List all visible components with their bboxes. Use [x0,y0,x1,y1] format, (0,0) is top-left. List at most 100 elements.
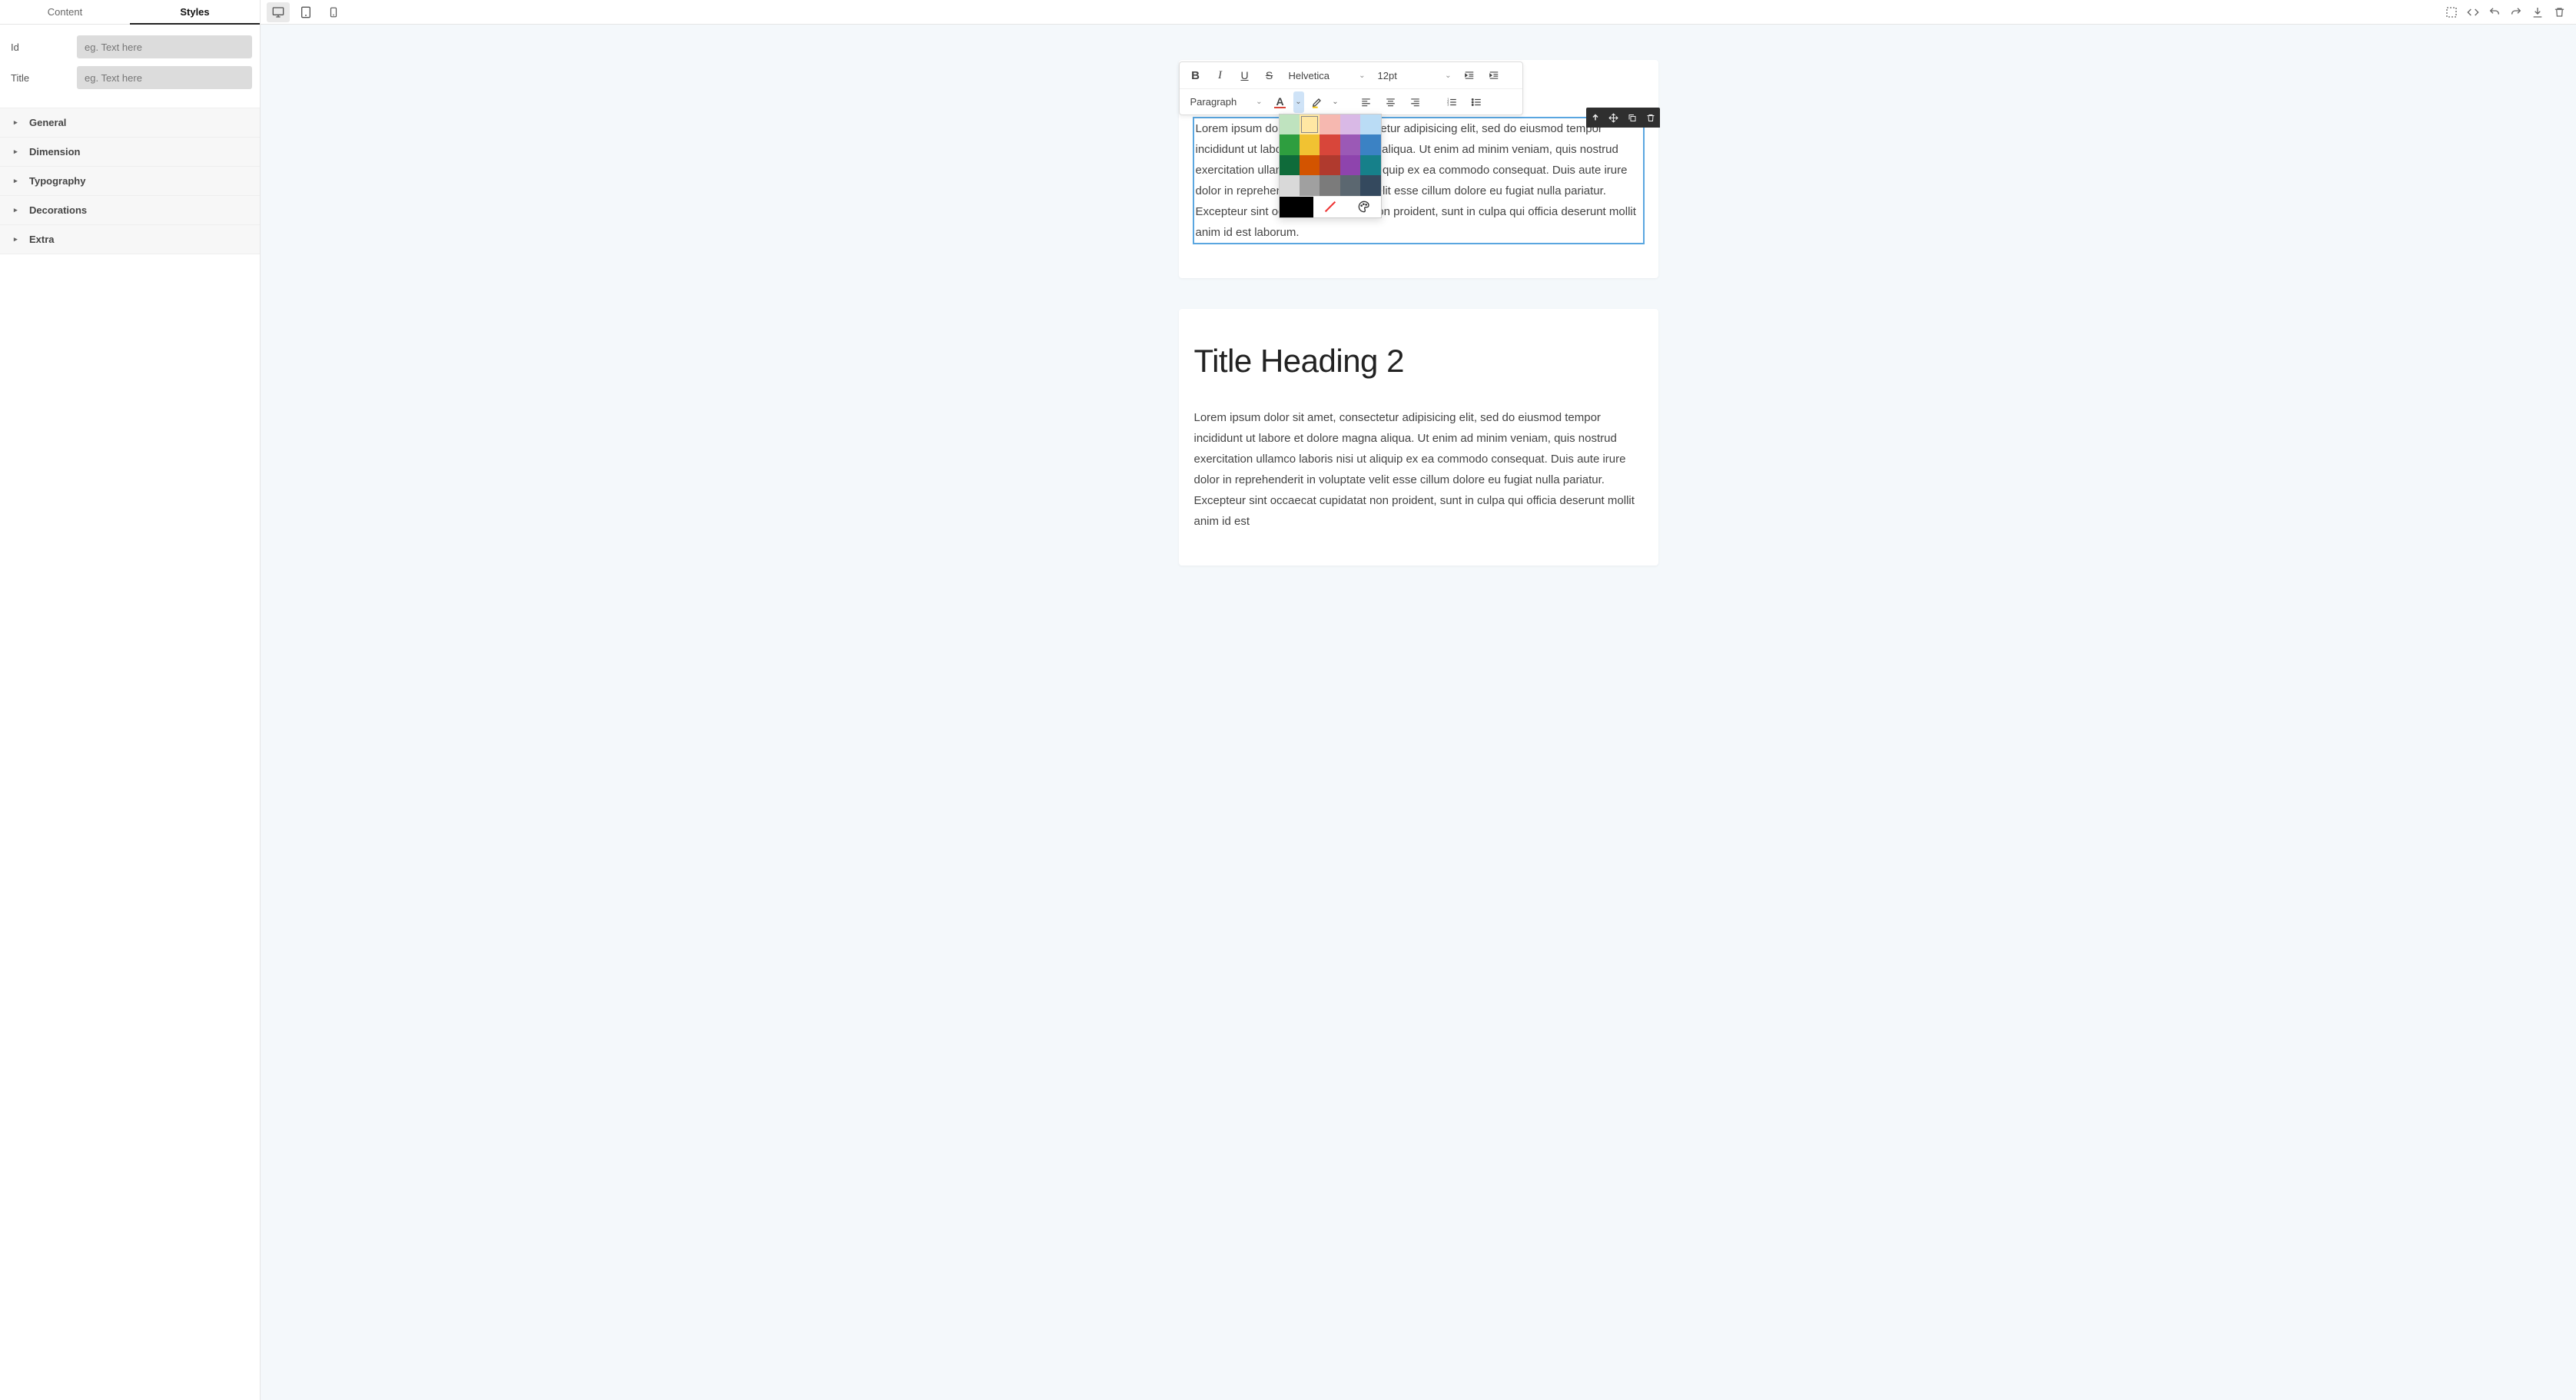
color-swatch[interactable] [1300,134,1320,154]
device-tablet-button[interactable] [294,2,317,22]
ordered-list-icon: 123 [1446,97,1458,108]
color-swatch[interactable] [1280,175,1300,195]
redo-icon [2510,6,2522,18]
card-title[interactable]: Title Heading 2 [1194,343,1643,380]
color-swatch[interactable] [1320,155,1339,175]
color-swatch[interactable] [1320,134,1339,154]
accordion-label: Dimension [29,146,80,158]
strike-button[interactable]: S [1258,65,1281,86]
copy-button[interactable] [1623,108,1642,128]
unordered-list-button[interactable] [1466,91,1489,113]
swatch-grid [1280,114,1381,196]
color-swatch[interactable] [1340,155,1360,175]
indent-button[interactable] [1482,65,1505,86]
redo-button[interactable] [2505,2,2527,22]
align-right-button[interactable] [1404,91,1427,113]
block-select-wrap[interactable]: Paragraph ⌄ [1184,91,1267,113]
tab-styles[interactable]: Styles [130,0,260,25]
select-parent-button[interactable] [1586,108,1605,128]
card-body[interactable]: Lorem ipsum dolor sit amet, consectetur … [1196,118,1642,243]
accordion-dimension[interactable]: ▸Dimension [0,138,260,167]
delete-element-button[interactable] [1642,108,1660,128]
device-desktop-button[interactable] [267,2,290,22]
color-swatch[interactable] [1360,134,1380,154]
color-swatch[interactable] [1360,175,1380,195]
font-select-wrap[interactable]: Helvetica ⌄ [1283,65,1370,86]
accordion-general[interactable]: ▸General [0,108,260,138]
underline-button[interactable]: U [1233,65,1256,86]
style-settings: Id Title [0,25,260,108]
color-swatch[interactable] [1280,134,1300,154]
align-center-button[interactable] [1379,91,1403,113]
canvas[interactable]: B I U S Helvetica ⌄ 12pt ⌄ [261,25,2576,1400]
color-swatch[interactable] [1300,114,1320,134]
custom-color-button[interactable] [1347,197,1381,217]
desktop-icon [271,6,285,18]
color-swatch[interactable] [1280,155,1300,175]
color-palette-popover [1279,114,1382,218]
color-swatch[interactable] [1300,175,1320,195]
main: B I U S Helvetica ⌄ 12pt ⌄ [261,0,2576,1400]
text-color-icon: A [1274,96,1285,108]
trash-icon [2554,6,2565,18]
accordion-label: Extra [29,234,55,245]
mobile-icon [328,6,339,18]
color-swatch[interactable] [1360,155,1380,175]
color-swatch[interactable] [1340,114,1360,134]
outline-button[interactable] [2441,2,2462,22]
card-block[interactable]: Title Heading 2 Lorem ipsum dolor sit am… [1179,309,1658,566]
color-swatch[interactable] [1340,175,1360,195]
color-swatch[interactable] [1360,114,1380,134]
bg-color-button[interactable] [1306,91,1329,113]
undo-icon [2488,6,2501,18]
text-color-button[interactable]: A [1269,91,1292,113]
undo-button[interactable] [2484,2,2505,22]
palette-icon [1358,201,1370,213]
fontsize-select[interactable]: 12pt [1372,65,1413,86]
id-input[interactable] [77,35,252,58]
accordion-extra[interactable]: ▸Extra [0,225,260,254]
move-button[interactable] [1605,108,1623,128]
unordered-list-icon [1471,97,1482,108]
title-label: Title [8,72,69,84]
fontsize-select-wrap[interactable]: 12pt ⌄ [1372,65,1456,86]
color-swatch[interactable] [1320,175,1339,195]
id-label: Id [8,41,69,53]
code-icon [2467,6,2479,18]
color-swatch[interactable] [1280,114,1300,134]
font-select[interactable]: Helvetica [1283,65,1346,86]
outdent-button[interactable] [1458,65,1481,86]
title-input[interactable] [77,66,252,89]
device-group [267,2,345,22]
align-left-icon [1360,97,1372,108]
italic-button[interactable]: I [1209,65,1232,86]
text-block-selected[interactable]: Lorem ipsum dolor sit amet, consectetur … [1193,117,1645,244]
bg-color-dropdown[interactable]: ⌄ [1330,91,1341,113]
sidebar-tabs: Content Styles [0,0,260,25]
highlight-icon [1310,96,1324,108]
element-action-bar [1586,108,1660,128]
color-swatch[interactable] [1340,134,1360,154]
swatch-black[interactable] [1280,197,1313,217]
remove-color-button[interactable] [1313,197,1347,217]
delete-button[interactable] [2548,2,2570,22]
device-mobile-button[interactable] [322,2,345,22]
ordered-list-button[interactable]: 123 [1441,91,1464,113]
align-left-button[interactable] [1355,91,1378,113]
accordion-decorations[interactable]: ▸Decorations [0,196,260,225]
bold-button[interactable]: B [1184,65,1207,86]
import-button[interactable] [2527,2,2548,22]
card-body[interactable]: Lorem ipsum dolor sit amet, consectetur … [1194,407,1643,532]
code-button[interactable] [2462,2,2484,22]
text-color-dropdown[interactable]: ⌄ [1293,91,1304,113]
accordion-list: ▸General ▸Dimension ▸Typography ▸Decorat… [0,108,260,254]
block-select[interactable]: Paragraph [1184,91,1253,113]
accordion-label: General [29,117,66,128]
color-swatch[interactable] [1300,155,1320,175]
color-swatch[interactable] [1320,114,1339,134]
accordion-label: Decorations [29,204,87,216]
tab-content[interactable]: Content [0,0,130,25]
accordion-typography[interactable]: ▸Typography [0,167,260,196]
card-block[interactable]: B I U S Helvetica ⌄ 12pt ⌄ [1179,60,1658,278]
outdent-icon [1463,70,1476,81]
